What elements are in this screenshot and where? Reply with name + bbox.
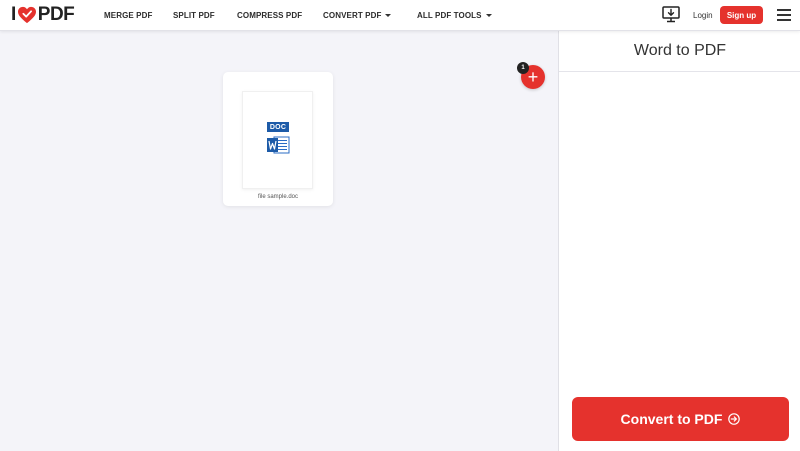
nav-compress-pdf[interactable]: COMPRESS PDF	[237, 0, 302, 31]
arrow-circle-right-icon	[728, 413, 741, 425]
logo-pdf: PDF	[37, 4, 75, 25]
nav-split-pdf[interactable]: SPLIT PDF	[173, 0, 215, 31]
ilovepdf-logo[interactable]: I PDF	[11, 4, 75, 25]
file-card[interactable]: DOC file sample.doc	[223, 72, 333, 206]
nav-convert-pdf[interactable]: CONVERT PDF	[323, 0, 392, 31]
caret-down-icon	[485, 14, 492, 17]
nav-merge-pdf[interactable]: MERGE PDF	[104, 0, 152, 31]
doc-badge: DOC	[267, 122, 289, 132]
signup-button[interactable]: Sign up	[720, 6, 763, 24]
logo-i: I	[11, 4, 16, 25]
hamburger-menu-icon[interactable]	[777, 9, 791, 21]
convert-to-pdf-button[interactable]: Convert to PDF	[572, 397, 789, 441]
nav-split-pdf-label: SPLIT PDF	[173, 11, 215, 20]
tool-sidebar: Word to PDF Convert to PDF	[558, 31, 800, 451]
caret-down-icon	[385, 14, 392, 17]
convert-button-label: Convert to PDF	[620, 411, 723, 427]
nav-compress-pdf-label: COMPRESS PDF	[237, 11, 303, 20]
login-link[interactable]: Login	[693, 0, 713, 31]
nav-convert-pdf-label: CONVERT PDF	[323, 11, 382, 20]
word-document-icon	[267, 136, 290, 154]
plus-icon: +	[527, 67, 539, 87]
file-name: file sample.doc	[257, 194, 299, 200]
desktop-download-icon[interactable]	[662, 6, 680, 23]
nav-all-pdf-tools-label: ALL PDF TOOLS	[417, 11, 482, 20]
nav-merge-pdf-label: MERGE PDF	[104, 11, 153, 20]
top-header: I PDF MERGE PDF SPLIT PDF COMPRESS PDF C…	[0, 0, 800, 31]
heart-icon	[17, 6, 36, 24]
nav-all-pdf-tools[interactable]: ALL PDF TOOLS	[417, 0, 492, 31]
file-count-badge: 1	[517, 62, 529, 74]
tool-title: Word to PDF	[559, 31, 800, 72]
file-workspace: DOC file sample.doc 1 +	[0, 31, 558, 451]
